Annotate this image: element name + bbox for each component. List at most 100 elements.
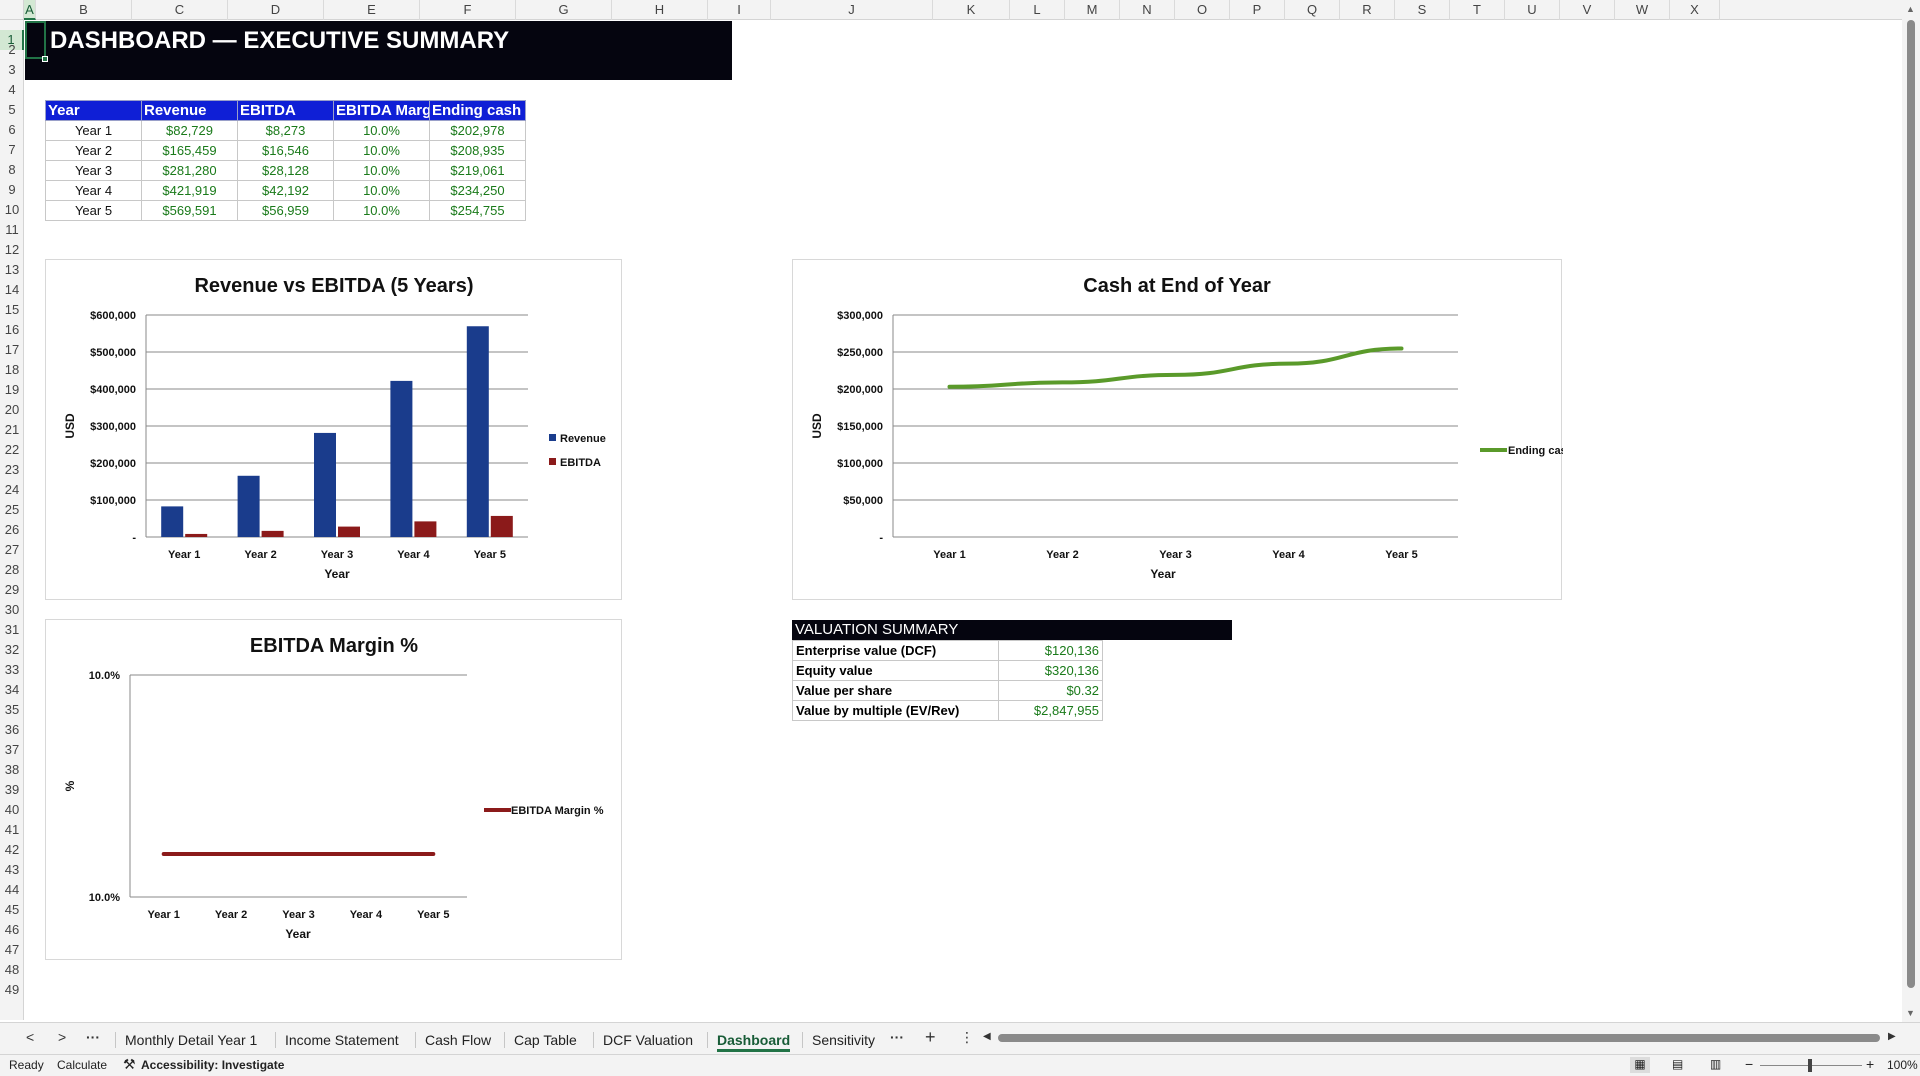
row-header-31[interactable]: 31 bbox=[0, 620, 24, 640]
row-header-28[interactable]: 28 bbox=[0, 560, 24, 580]
row-header-36[interactable]: 36 bbox=[0, 720, 24, 740]
row-header-27[interactable]: 27 bbox=[0, 540, 24, 560]
sheet-tab-income-statement[interactable]: Income Statement bbox=[285, 1028, 399, 1052]
revenue-ebitda-chart[interactable]: Revenue vs EBITDA (5 Years) - $100,000 $200… bbox=[45, 259, 622, 600]
worksheet-grid[interactable]: DASHBOARD — EXECUTIVE SUMMARY Year Revenu… bbox=[25, 21, 1902, 1020]
table-cell[interactable]: 10.0% bbox=[333, 180, 430, 201]
sheet-tab-dcf-valuation[interactable]: DCF Valuation bbox=[603, 1028, 693, 1052]
sheet-tab-sensitivity[interactable]: Sensitivity bbox=[812, 1028, 875, 1052]
table-cell[interactable]: Year 2 bbox=[45, 140, 142, 161]
table-cell[interactable]: $254,755 bbox=[429, 200, 526, 221]
sheet-tab-dashboard[interactable]: Dashboard bbox=[717, 1028, 791, 1052]
row-header-33[interactable]: 33 bbox=[0, 660, 24, 680]
valuation-value[interactable]: $120,136 bbox=[998, 640, 1103, 661]
valuation-value[interactable]: $320,136 bbox=[998, 660, 1103, 681]
row-header-14[interactable]: 14 bbox=[0, 280, 24, 300]
column-header-s[interactable]: S bbox=[1395, 0, 1450, 20]
table-cell[interactable]: 10.0% bbox=[333, 140, 430, 161]
column-header-c[interactable]: C bbox=[132, 0, 228, 20]
table-cell[interactable]: $208,935 bbox=[429, 140, 526, 161]
valuation-value[interactable]: $2,847,955 bbox=[998, 700, 1103, 721]
row-header-37[interactable]: 37 bbox=[0, 740, 24, 760]
more-sheets-right-button[interactable]: ··· bbox=[890, 1029, 904, 1045]
table-cell[interactable]: $56,959 bbox=[237, 200, 334, 221]
row-header-32[interactable]: 32 bbox=[0, 640, 24, 660]
row-header-34[interactable]: 34 bbox=[0, 680, 24, 700]
row-header-5[interactable]: 5 bbox=[0, 100, 24, 120]
more-sheets-left-button[interactable]: ··· bbox=[86, 1029, 100, 1045]
column-header-h[interactable]: H bbox=[612, 0, 708, 20]
tab-next-button[interactable]: > bbox=[58, 1029, 66, 1045]
cash-chart[interactable]: Cash at End of Year - $50,000 $100,000 $150,… bbox=[792, 259, 1574, 600]
table-cell[interactable]: Year 4 bbox=[45, 180, 142, 201]
row-header-11[interactable]: 11 bbox=[0, 220, 24, 240]
add-sheet-button[interactable]: + bbox=[925, 1027, 936, 1048]
table-cell[interactable]: $281,280 bbox=[141, 160, 238, 181]
row-header-23[interactable]: 23 bbox=[0, 460, 24, 480]
fill-handle[interactable] bbox=[42, 56, 48, 62]
row-header-13[interactable]: 13 bbox=[0, 260, 24, 280]
row-header-22[interactable]: 22 bbox=[0, 440, 24, 460]
row-header-42[interactable]: 42 bbox=[0, 840, 24, 860]
column-header-f[interactable]: F bbox=[420, 0, 516, 20]
sheet-tab-cap-table[interactable]: Cap Table bbox=[514, 1028, 577, 1052]
active-cell-selection[interactable] bbox=[25, 21, 46, 59]
table-header-cell[interactable]: Year bbox=[45, 100, 142, 121]
row-header-9[interactable]: 9 bbox=[0, 180, 24, 200]
page-layout-view-icon[interactable]: ▤ bbox=[1672, 1057, 1683, 1071]
sheet-tab-cash-flow[interactable]: Cash Flow bbox=[425, 1028, 491, 1052]
zoom-level[interactable]: 100% bbox=[1887, 1058, 1918, 1072]
row-header-10[interactable]: 10 bbox=[0, 200, 24, 220]
page-break-view-icon[interactable]: ▥ bbox=[1710, 1057, 1721, 1071]
valuation-label[interactable]: Value per share bbox=[792, 680, 999, 701]
zoom-out-icon[interactable]: − bbox=[1745, 1056, 1753, 1072]
row-header-18[interactable]: 18 bbox=[0, 360, 24, 380]
table-cell[interactable]: $421,919 bbox=[141, 180, 238, 201]
column-header-g[interactable]: G bbox=[516, 0, 612, 20]
row-header-15[interactable]: 15 bbox=[0, 300, 24, 320]
column-header-a[interactable]: A bbox=[24, 0, 36, 20]
row-header-19[interactable]: 19 bbox=[0, 380, 24, 400]
column-header-r[interactable]: R bbox=[1340, 0, 1395, 20]
table-cell[interactable]: $202,978 bbox=[429, 120, 526, 141]
table-cell[interactable]: 10.0% bbox=[333, 160, 430, 181]
accessibility-status[interactable]: Accessibility: Investigate bbox=[141, 1058, 284, 1072]
row-header-43[interactable]: 43 bbox=[0, 860, 24, 880]
column-header-k[interactable]: K bbox=[933, 0, 1010, 20]
row-header-30[interactable]: 30 bbox=[0, 600, 24, 620]
horizontal-scroll-thumb[interactable] bbox=[998, 1034, 1880, 1042]
row-header-12[interactable]: 12 bbox=[0, 240, 24, 260]
row-header-45[interactable]: 45 bbox=[0, 900, 24, 920]
row-header-39[interactable]: 39 bbox=[0, 780, 24, 800]
column-header-b[interactable]: B bbox=[36, 0, 132, 20]
row-header-3[interactable]: 3 bbox=[0, 60, 24, 80]
row-header-35[interactable]: 35 bbox=[0, 700, 24, 720]
table-cell[interactable]: $165,459 bbox=[141, 140, 238, 161]
table-cell[interactable]: Year 5 bbox=[45, 200, 142, 221]
hscroll-right-icon[interactable]: ▶ bbox=[1888, 1031, 1896, 1042]
table-cell[interactable]: 10.0% bbox=[333, 200, 430, 221]
row-header-48[interactable]: 48 bbox=[0, 960, 24, 980]
column-header-n[interactable]: N bbox=[1120, 0, 1175, 20]
row-header-8[interactable]: 8 bbox=[0, 160, 24, 180]
table-cell[interactable]: 10.0% bbox=[333, 120, 430, 141]
valuation-label[interactable]: Equity value bbox=[792, 660, 999, 681]
row-header-49[interactable]: 49 bbox=[0, 980, 24, 1000]
row-header-21[interactable]: 21 bbox=[0, 420, 24, 440]
select-all-corner[interactable] bbox=[0, 0, 24, 20]
zoom-slider-thumb[interactable] bbox=[1808, 1059, 1812, 1072]
row-header-17[interactable]: 17 bbox=[0, 340, 24, 360]
column-header-w[interactable]: W bbox=[1615, 0, 1670, 20]
valuation-value[interactable]: $0.32 bbox=[998, 680, 1103, 701]
row-header-7[interactable]: 7 bbox=[0, 140, 24, 160]
tab-options-button[interactable]: ⋮ bbox=[960, 1029, 974, 1046]
row-header-25[interactable]: 25 bbox=[0, 500, 24, 520]
table-cell[interactable]: $28,128 bbox=[237, 160, 334, 181]
row-header-6[interactable]: 6 bbox=[0, 120, 24, 140]
scroll-down-icon[interactable]: ▼ bbox=[1906, 1008, 1915, 1018]
column-header-q[interactable]: Q bbox=[1285, 0, 1340, 20]
table-cell[interactable]: $219,061 bbox=[429, 160, 526, 181]
row-header-47[interactable]: 47 bbox=[0, 940, 24, 960]
row-header-38[interactable]: 38 bbox=[0, 760, 24, 780]
scroll-up-icon[interactable]: ▲ bbox=[1906, 4, 1915, 14]
